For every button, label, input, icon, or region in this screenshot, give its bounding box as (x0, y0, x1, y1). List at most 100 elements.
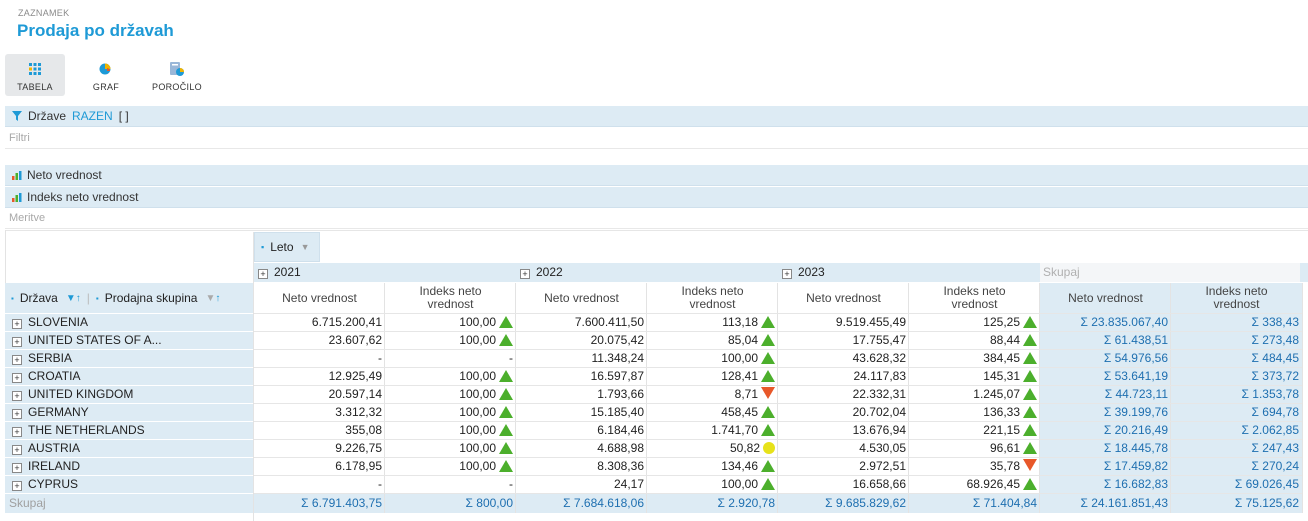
expand-icon[interactable]: + (12, 427, 22, 437)
trend-up-icon (1023, 370, 1037, 382)
grand-total-cell: Σ 6.791.403,75 (254, 494, 385, 513)
row-header[interactable]: + THE NETHERLANDS (5, 422, 253, 439)
table-cell: 1.793,66 (516, 386, 647, 403)
index-value: 100,00 (459, 423, 496, 437)
row-header[interactable]: + CYPRUS (5, 476, 253, 493)
porocilo-button[interactable]: POROČILO (147, 54, 207, 96)
tabela-button[interactable]: TABELA (5, 54, 65, 96)
table-cell: 85,04 (647, 332, 778, 349)
table-cell: - (385, 476, 516, 493)
pie-chart-icon (99, 62, 113, 76)
measure-header-index[interactable]: Indeks neto vrednost (647, 283, 778, 313)
net-value: - (378, 351, 382, 365)
table-cell: 100,00 (385, 422, 516, 439)
filter-field-band[interactable]: Države RAZEN [ ] (5, 106, 1308, 127)
year-header-2022[interactable]: +2022 (520, 264, 563, 281)
grid-line (908, 283, 909, 513)
expand-icon[interactable]: + (258, 269, 268, 279)
net-value: 16.597,87 (590, 369, 644, 383)
net-value: 20.075,42 (590, 333, 644, 347)
trend-up-icon (499, 406, 513, 418)
filter-values[interactable]: [ ] (119, 109, 129, 123)
measure-header-net[interactable]: Neto vrednost (254, 283, 385, 313)
net-value: 15.185,40 (590, 405, 644, 419)
index-value: 8,71 (734, 387, 758, 401)
measure-header-index[interactable]: Indeks neto vrednost (385, 283, 516, 313)
row-header[interactable]: + CROATIA (5, 368, 253, 385)
measure-header-index[interactable]: Indeks neto vrednost (909, 283, 1040, 313)
expand-icon[interactable]: + (12, 445, 22, 455)
country-label: SERBIA (28, 351, 73, 365)
grand-total-cell: Σ 9.685.829,62 (778, 494, 909, 513)
trend-up-icon (1023, 478, 1037, 490)
table-cell: Σ 18.445,78 (1040, 440, 1171, 457)
net-value: Σ 54.976,56 (1103, 351, 1168, 365)
table-cell: Σ 61.438,51 (1040, 332, 1171, 349)
measure-header-net[interactable]: Neto vrednost (516, 283, 647, 313)
measure-header-net[interactable]: Neto vrednost (1040, 283, 1171, 313)
table-cell: Σ 338,43 (1171, 314, 1302, 331)
grid-line (5, 230, 6, 283)
row-header[interactable]: + GERMANY (5, 404, 253, 421)
table-cell: 7.600.411,50 (516, 314, 647, 331)
index-value: 68.926,45 (966, 477, 1020, 491)
index-value: 50,82 (729, 441, 760, 455)
chevron-down-icon[interactable]: ▼ (301, 242, 310, 252)
graf-button[interactable]: GRAF (76, 54, 136, 96)
country-label: AUSTRIA (28, 441, 81, 455)
row-field-sales-group[interactable]: Prodajna skupina (105, 291, 198, 305)
measure-drop-zone[interactable]: Meritve (5, 208, 1308, 229)
column-field-chip[interactable]: ▪ Leto ▼ (254, 232, 320, 262)
expand-icon[interactable]: + (12, 355, 22, 365)
net-value: 6.178,95 (335, 459, 382, 473)
table-cell: 50,82 (647, 440, 778, 457)
trend-up-icon (1023, 388, 1037, 400)
expand-icon[interactable]: + (12, 463, 22, 473)
row-header[interactable]: + UNITED KINGDOM (5, 386, 253, 403)
trend-up-icon (761, 334, 775, 346)
row-header[interactable]: + IRELAND (5, 458, 253, 475)
country-label: UNITED STATES OF A... (28, 333, 162, 347)
expand-icon[interactable]: + (12, 319, 22, 329)
measure-item-net[interactable]: Neto vrednost (5, 165, 1308, 186)
grand-total-cell: Σ 2.920,78 (647, 494, 778, 513)
trend-up-icon (499, 334, 513, 346)
net-value: 7.600.411,50 (574, 315, 644, 329)
table-cell: 100,00 (385, 332, 516, 349)
trend-up-icon (1023, 424, 1037, 436)
grand-total-cell: Σ 7.684.618,06 (516, 494, 647, 513)
measure-header-net[interactable]: Neto vrednost (778, 283, 909, 313)
sort-filter-icon[interactable]: ▼↑ (205, 293, 220, 304)
table-cell: Σ 54.976,56 (1040, 350, 1171, 367)
expand-icon[interactable]: + (782, 269, 792, 279)
measure-header-index[interactable]: Indeks neto vrednost (1171, 283, 1302, 313)
index-value: 100,00 (459, 459, 496, 473)
row-field-country[interactable]: Država (20, 291, 58, 305)
row-header[interactable]: + SERBIA (5, 350, 253, 367)
expand-icon[interactable]: + (12, 337, 22, 347)
row-header[interactable]: + UNITED STATES OF A... (5, 332, 253, 349)
measure-item-index[interactable]: Indeks neto vrednost (5, 187, 1308, 208)
breadcrumb: ZAZNAMEK (18, 8, 70, 18)
net-value: 16.658,66 (852, 477, 906, 491)
filter-icon (12, 111, 22, 121)
net-value: 9.226,75 (335, 441, 382, 455)
filter-drop-zone[interactable]: Filtri (5, 128, 1308, 149)
row-header[interactable]: + SLOVENIA (5, 314, 253, 331)
sort-filter-icon[interactable]: ▼↑ (66, 293, 81, 304)
row-header[interactable]: + AUSTRIA (5, 440, 253, 457)
trend-up-icon (761, 478, 775, 490)
expand-icon[interactable]: + (12, 373, 22, 383)
expand-icon[interactable]: + (12, 481, 22, 491)
year-header-2023[interactable]: +2023 (782, 264, 825, 281)
grand-total-cell: Σ 800,00 (385, 494, 516, 513)
table-cell: 20.597,14 (254, 386, 385, 403)
expand-icon[interactable]: + (12, 409, 22, 419)
filter-mode-link[interactable]: RAZEN (72, 109, 113, 123)
table-cell: 16.658,66 (778, 476, 909, 493)
year-header-2021[interactable]: +2021 (258, 264, 301, 281)
expand-icon[interactable]: + (520, 269, 530, 279)
net-value: Σ 17.459,82 (1103, 459, 1168, 473)
expand-icon[interactable]: + (12, 391, 22, 401)
grand-total-cell: Σ 75.125,62 (1171, 494, 1302, 513)
